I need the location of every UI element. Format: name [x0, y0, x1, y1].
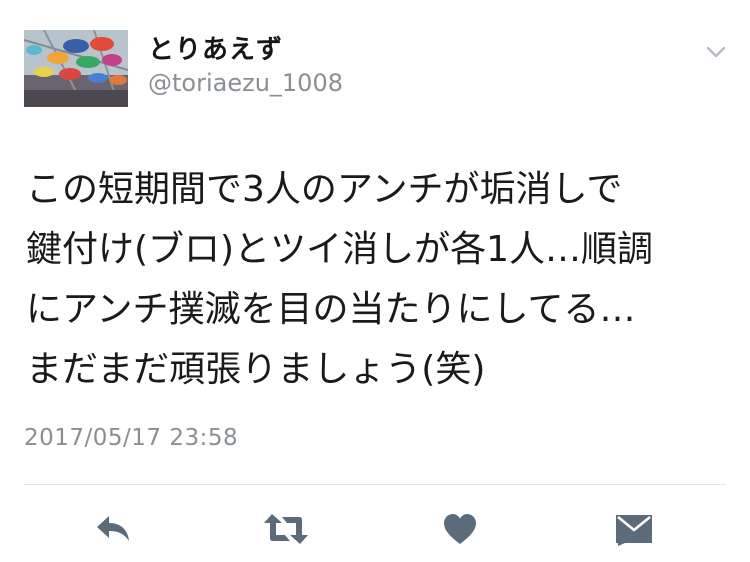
tweet-timestamp: 2017/05/17 23:58 [24, 425, 239, 451]
direct-message-button[interactable] [610, 505, 658, 553]
tweet-text-line: 鍵付け(ブロ)とツイ消しが各1人…順調 [26, 229, 653, 270]
tweet-actions [0, 505, 750, 555]
retweet-icon [264, 514, 308, 544]
reply-icon [97, 516, 129, 541]
divider [24, 484, 726, 485]
tweet-text: この短期間で3人のアンチが垢消しで 鍵付け(ブロ)とツイ消しが各1人…順調 にア… [26, 160, 736, 400]
user-handle[interactable]: @toriaezu_1008 [148, 69, 343, 97]
reply-button[interactable] [89, 505, 137, 553]
chevron-down-icon[interactable] [704, 40, 728, 64]
like-button[interactable] [436, 505, 484, 553]
tweet-card: とりあえず @toriaezu_1008 この短期間で3人のアンチが垢消しで 鍵… [0, 0, 750, 562]
display-name[interactable]: とりあえず [148, 29, 283, 66]
tweet-text-line: にアンチ撲滅を目の当たりにしてる… [26, 289, 636, 330]
heart-icon [444, 514, 476, 544]
avatar[interactable] [24, 30, 128, 107]
tweet-text-line: この短期間で3人のアンチが垢消しで [26, 169, 623, 210]
envelope-icon [616, 515, 652, 546]
avatar-image [24, 30, 128, 107]
retweet-button[interactable] [262, 505, 310, 553]
tweet-text-line: まだまだ頑張りましょう(笑) [26, 349, 486, 390]
